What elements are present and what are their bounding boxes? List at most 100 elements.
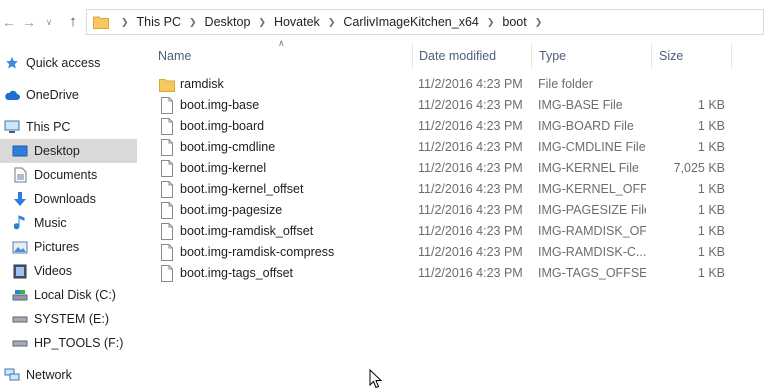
file-name: boot.img-base (180, 98, 260, 112)
file-row[interactable]: boot.img-kernel_offset 11/2/2016 4:23 PM I… (156, 179, 734, 200)
nav-item-label: Desktop (34, 144, 80, 158)
file-row[interactable]: boot.img-pagesize 11/2/2016 4:23 PM IMG-PA… (156, 200, 734, 221)
nav-item-label: Videos (34, 264, 72, 278)
star-icon (4, 55, 20, 71)
file-row[interactable]: boot.img-base 11/2/2016 4:23 PM IMG-BASE F… (156, 95, 734, 116)
column-divider[interactable] (731, 44, 732, 68)
file-size: 1 KB (697, 245, 725, 259)
nav-item-label: OneDrive (26, 88, 79, 102)
file-type: File folder (538, 77, 593, 91)
file-type: IMG-PAGESIZE File (538, 203, 646, 217)
desktop-icon (12, 143, 28, 159)
nav-item-videos[interactable]: Videos (12, 259, 149, 283)
file-name: boot.img-ramdisk_offset (180, 224, 314, 238)
nav-item-label: Pictures (34, 240, 80, 254)
column-divider[interactable] (412, 44, 413, 68)
nav-item-pictures[interactable]: Pictures (12, 235, 149, 259)
file-size: 1 KB (697, 98, 725, 112)
nav-item-this-pc[interactable]: This PC (4, 115, 141, 139)
nav-item-label: Network (26, 368, 72, 382)
file-type: IMG-BOARD File (538, 119, 634, 133)
chevron-right-icon[interactable]: ❯ (487, 17, 495, 28)
recent-locations-chevron-icon[interactable]: ∨ (42, 12, 56, 32)
file-date-modified: 11/2/2016 4:23 PM (418, 161, 523, 175)
file-type: IMG-KERNEL File (538, 161, 639, 175)
chevron-right-icon[interactable]: ❯ (189, 17, 197, 28)
file-icon (161, 265, 173, 282)
nav-item-hp-tools-f[interactable]: HP_TOOLS (F:) (12, 331, 149, 355)
nav-item-quick-access[interactable]: Quick access (4, 51, 141, 75)
file-icon (161, 223, 173, 240)
nav-item-label: Downloads (34, 192, 96, 206)
computer-icon (4, 119, 20, 135)
breadcrumb-boot[interactable]: boot (502, 15, 526, 29)
file-name: boot.img-tags_offset (180, 266, 294, 280)
file-type: IMG-TAGS_OFFSE... (538, 266, 646, 280)
column-header-type[interactable]: Type (539, 44, 651, 68)
file-date-modified: 11/2/2016 4:23 PM (418, 245, 523, 259)
file-type: IMG-CMDLINE File (538, 140, 646, 154)
nav-item-downloads[interactable]: Downloads (12, 187, 149, 211)
file-row[interactable]: boot.img-cmdline 11/2/2016 4:23 PM IMG-CMD… (156, 137, 734, 158)
file-type: IMG-KERNEL_OFF... (538, 182, 646, 196)
nav-item-local-disk-c[interactable]: Local Disk (C:) (12, 283, 149, 307)
file-date-modified: 11/2/2016 4:23 PM (418, 266, 523, 280)
file-date-modified: 11/2/2016 4:23 PM (418, 203, 523, 217)
nav-item-system-e[interactable]: SYSTEM (E:) (12, 307, 149, 331)
breadcrumb-desktop[interactable]: Desktop (205, 15, 251, 29)
nav-item-label: HP_TOOLS (F:) (34, 336, 124, 350)
navigation-pane: Quick access OneDrive This PC Desktop Do… (0, 44, 140, 390)
file-size: 1 KB (697, 266, 725, 280)
file-row[interactable]: boot.img-ramdisk-compress 11/2/2016 4:23 … (156, 242, 734, 263)
nav-item-documents[interactable]: Documents (12, 163, 149, 187)
nav-item-label: Quick access (26, 56, 101, 70)
music-note-icon (12, 215, 28, 231)
file-size (648, 74, 725, 95)
file-icon (161, 118, 173, 135)
file-row[interactable]: boot.img-ramdisk_offset 11/2/2016 4:23 PM… (156, 221, 734, 242)
file-icon (161, 244, 173, 261)
file-icon (161, 139, 173, 156)
chevron-right-icon[interactable]: ❯ (328, 17, 336, 28)
column-divider[interactable] (651, 44, 652, 68)
column-header-label: Name (158, 49, 192, 63)
column-header-date-modified[interactable]: Date modified (419, 44, 531, 68)
forward-arrow-icon[interactable]: → (20, 12, 38, 32)
breadcrumb-carlivimagekitchen[interactable]: CarlivImageKitchen_x64 (343, 15, 479, 29)
chevron-right-icon: ❯ (121, 16, 129, 27)
file-date-modified: 11/2/2016 4:23 PM (418, 140, 523, 154)
file-type: IMG-RAMDISK-C... (538, 245, 646, 259)
chevron-right-icon[interactable]: ❯ (258, 17, 266, 28)
download-arrow-icon (12, 191, 28, 207)
drive-icon (12, 311, 28, 327)
file-date-modified: 11/2/2016 4:23 PM (418, 182, 523, 196)
file-icon (161, 202, 173, 219)
file-icon (161, 97, 173, 114)
file-row[interactable]: boot.img-board 11/2/2016 4:23 PM IMG-BOARD… (156, 116, 734, 137)
address-bar[interactable]: ❯ This PC ❯ Desktop ❯ Hovatek ❯ CarlivIm… (86, 9, 764, 35)
nav-item-music[interactable]: Music (12, 211, 149, 235)
up-arrow-icon[interactable]: ↑ (64, 12, 82, 32)
file-name: boot.img-pagesize (180, 203, 283, 217)
breadcrumb-this-pc[interactable]: This PC (137, 15, 181, 29)
nav-item-label: Local Disk (C:) (34, 288, 116, 302)
file-row[interactable]: boot.img-kernel 11/2/2016 4:23 PM IMG-KERN… (156, 158, 734, 179)
column-divider[interactable] (531, 44, 532, 68)
mouse-cursor-icon (369, 369, 383, 389)
file-name: boot.img-cmdline (180, 140, 276, 154)
file-type: IMG-RAMDISK_OF... (538, 224, 646, 238)
nav-item-label: Music (34, 216, 67, 230)
column-header-label: Size (659, 49, 684, 63)
file-row[interactable]: ramdisk 11/2/2016 4:23 PM File folder (156, 74, 734, 95)
nav-item-desktop[interactable]: Desktop (0, 139, 137, 163)
column-header-label: Date modified (419, 49, 497, 63)
column-header-size[interactable]: Size (659, 44, 731, 68)
column-header-name[interactable]: Name (158, 44, 412, 68)
chevron-right-icon[interactable]: ❯ (535, 17, 543, 28)
videos-icon (12, 263, 28, 279)
nav-item-onedrive[interactable]: OneDrive (4, 83, 141, 107)
nav-item-network[interactable]: Network (4, 363, 141, 387)
breadcrumb-hovatek[interactable]: Hovatek (274, 15, 320, 29)
file-row[interactable]: boot.img-tags_offset 11/2/2016 4:23 PM IMG… (156, 263, 734, 284)
back-arrow-icon[interactable]: ← (0, 12, 18, 32)
